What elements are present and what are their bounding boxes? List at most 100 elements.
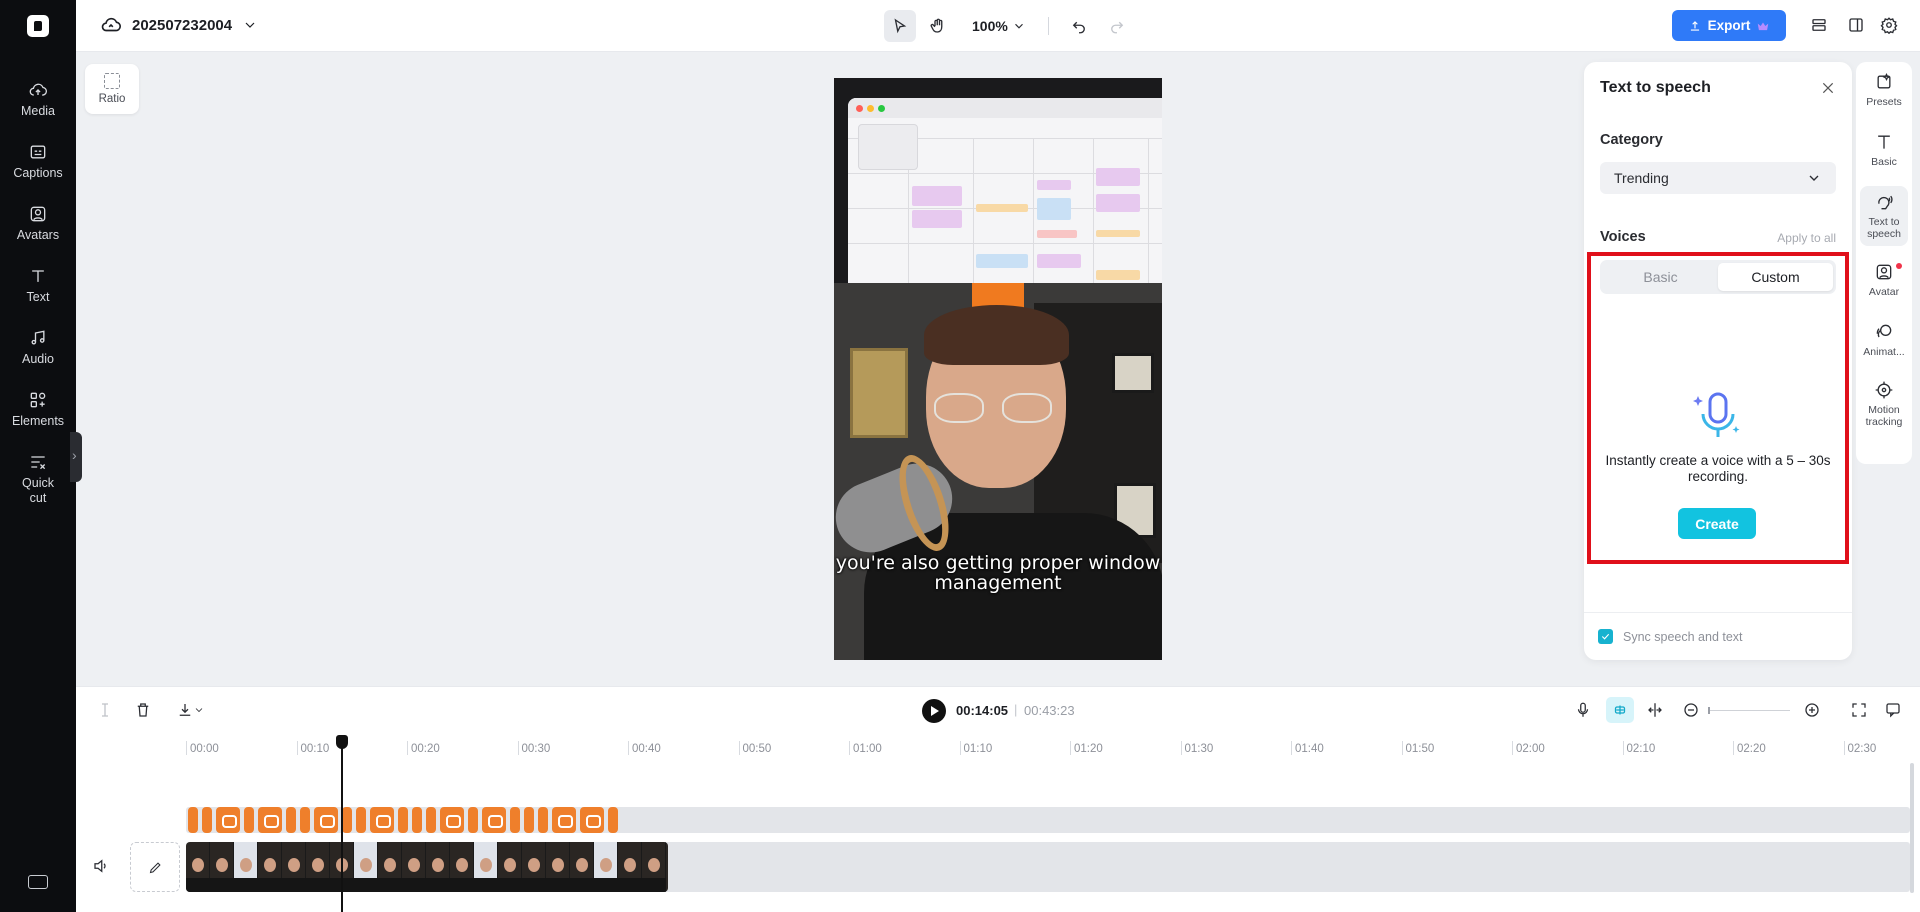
sidebar-item-audio[interactable]: Audio <box>0 328 76 367</box>
ruler-tick: 02:20 <box>1733 741 1766 755</box>
caption-clip[interactable] <box>524 807 534 833</box>
caption-clip[interactable] <box>552 807 576 833</box>
category-select[interactable]: Trending <box>1600 162 1836 194</box>
delete-button[interactable] <box>132 699 154 721</box>
timeline-zoom-slider[interactable] <box>1708 710 1790 711</box>
video-thumbnail <box>522 842 546 892</box>
close-button[interactable] <box>1820 80 1836 96</box>
ruler-tick: 00:50 <box>738 741 772 755</box>
app-logo[interactable] <box>27 15 49 37</box>
category-value: Trending <box>1614 170 1669 186</box>
sidebar-collapse-handle[interactable] <box>70 432 82 482</box>
sidebar-item-elements[interactable]: Elements <box>0 390 76 429</box>
redo-button[interactable] <box>1101 10 1133 42</box>
person-hair <box>924 305 1069 365</box>
rail-item-avatar[interactable]: Avatar <box>1856 262 1912 298</box>
rail-item-label: Motion tracking <box>1865 404 1903 428</box>
caption-clip[interactable] <box>202 807 212 833</box>
timeline-ruler[interactable]: 00:00 00:10 00:20 00:30 00:40 00:50 01:00 01:10… <box>76 733 1920 757</box>
rail-item-presets[interactable]: Presets <box>1856 72 1912 108</box>
apply-to-all-link[interactable]: Apply to all <box>1777 231 1836 245</box>
caption-clip[interactable] <box>510 807 520 833</box>
split-tool-button[interactable] <box>1644 699 1666 721</box>
project-title[interactable]: 202507232004 <box>100 14 258 36</box>
caption-clip[interactable] <box>440 807 464 833</box>
select-tool-button[interactable] <box>884 10 916 42</box>
caption-clip[interactable] <box>482 807 506 833</box>
export-button[interactable]: Export <box>1672 10 1786 41</box>
zoom-in-icon <box>1805 703 1819 717</box>
rail-item-motion-tracking[interactable]: Motion tracking <box>1856 380 1912 428</box>
caption-clip[interactable] <box>398 807 408 833</box>
video-preview[interactable]: you're also getting proper window manage… <box>834 78 1162 660</box>
video-caption[interactable]: you're also getting proper window manage… <box>834 553 1162 593</box>
caption-clip[interactable] <box>608 807 618 833</box>
playhead[interactable] <box>336 735 348 912</box>
caption-clip[interactable] <box>580 807 604 833</box>
captions-icon <box>30 145 46 159</box>
sidebar-item-quick-cut[interactable]: Quick cut <box>0 452 76 506</box>
window-close-dot <box>856 105 863 112</box>
timeline-zoom-handle[interactable] <box>1708 707 1710 714</box>
download-dropdown[interactable] <box>192 699 206 721</box>
edit-cover-button[interactable] <box>130 842 180 892</box>
timeline-scrollbar[interactable] <box>1910 763 1914 893</box>
hand-tool-button[interactable] <box>922 10 954 42</box>
sidebar-item-captions[interactable]: Captions <box>0 142 76 181</box>
upload-icon <box>1690 20 1699 31</box>
caption-clip[interactable] <box>188 807 198 833</box>
rail-item-basic[interactable]: Basic <box>1856 132 1912 168</box>
magnet-snap-button[interactable] <box>1606 697 1634 723</box>
caption-clip[interactable] <box>258 807 282 833</box>
tab-custom[interactable]: Custom <box>1718 263 1833 291</box>
caption-clip[interactable] <box>216 807 240 833</box>
ratio-icon <box>104 73 120 89</box>
sidebar-item-media[interactable]: Media <box>0 80 76 119</box>
ruler-tick: 01:00 <box>849 741 882 755</box>
record-voice-button[interactable] <box>1572 699 1594 721</box>
caption-clip[interactable] <box>370 807 394 833</box>
text-icon <box>32 270 44 282</box>
split-button[interactable] <box>94 699 116 721</box>
sidebar-item-avatars[interactable]: Avatars <box>0 204 76 243</box>
zoom-dropdown[interactable]: 100% <box>960 18 1034 34</box>
caption-clip[interactable] <box>314 807 338 833</box>
caption-clip[interactable] <box>426 807 436 833</box>
keyboard-icon[interactable] <box>28 875 48 889</box>
undo-button[interactable] <box>1063 10 1095 42</box>
current-time: 00:14:05 <box>956 703 1009 718</box>
zoom-out-button[interactable] <box>1680 699 1702 721</box>
caption-clip[interactable] <box>244 807 254 833</box>
video-clip[interactable] <box>186 842 668 892</box>
panel-layout-icon <box>1849 18 1863 32</box>
sync-checkbox[interactable] <box>1598 629 1613 644</box>
caption-clip[interactable] <box>342 807 352 833</box>
panel-layout-button[interactable] <box>1843 12 1869 38</box>
play-button[interactable] <box>922 699 946 723</box>
caption-clip[interactable] <box>356 807 366 833</box>
presets-icon <box>1877 73 1891 89</box>
rail-item-text-to-speech[interactable]: Text to speech <box>1860 186 1908 246</box>
sidebar-item-label: Audio <box>22 352 54 366</box>
rail-item-animation[interactable]: Animat... <box>1856 322 1912 358</box>
timeline-toolbar: 00:14:05 | 00:43:23 <box>76 687 1920 733</box>
caption-clip[interactable] <box>538 807 548 833</box>
panel-title: Text to speech <box>1600 79 1711 96</box>
settings-button[interactable] <box>1876 12 1902 38</box>
video-thumbnail <box>378 842 402 892</box>
comment-button[interactable] <box>1882 699 1904 721</box>
sidebar-item-text[interactable]: Text <box>0 266 76 305</box>
sync-speech-toggle[interactable]: Sync speech and text <box>1598 629 1743 644</box>
tab-basic[interactable]: Basic <box>1603 263 1718 291</box>
create-voice-button[interactable]: Create <box>1678 508 1756 539</box>
zoom-in-button[interactable] <box>1801 699 1823 721</box>
ratio-button[interactable]: Ratio <box>85 64 139 114</box>
fit-screen-button[interactable] <box>1848 699 1870 721</box>
caption-clip[interactable] <box>286 807 296 833</box>
layers-button[interactable] <box>1806 12 1832 38</box>
caption-clip[interactable] <box>412 807 422 833</box>
mute-track-button[interactable] <box>92 857 112 877</box>
calendar-event <box>912 210 962 228</box>
caption-clip[interactable] <box>468 807 478 833</box>
caption-clip[interactable] <box>300 807 310 833</box>
